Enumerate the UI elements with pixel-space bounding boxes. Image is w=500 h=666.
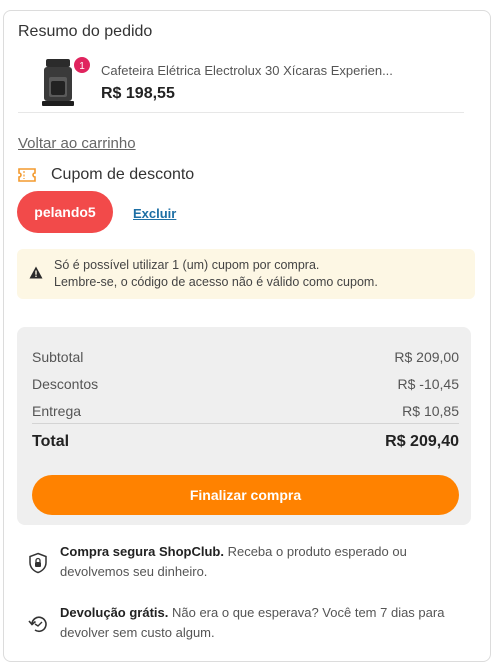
back-to-cart-link[interactable]: Voltar ao carrinho xyxy=(18,135,136,152)
product-price: R$ 198,55 xyxy=(101,85,175,102)
free-return-info: Devolução grátis. Não era o que esperava… xyxy=(27,603,467,647)
warning-icon xyxy=(29,266,43,279)
secure-purchase-info: Compra segura ShopClub. Receba o produto… xyxy=(27,542,467,586)
shipping-value: R$ 10,85 xyxy=(402,403,459,419)
subtotal-label: Subtotal xyxy=(32,349,84,365)
total-label: Total xyxy=(32,433,70,450)
ticket-icon xyxy=(18,168,36,182)
secure-title: Compra segura ShopClub. xyxy=(60,544,224,559)
notice-line-2: Lembre-se, o código de acesso não é váli… xyxy=(54,275,378,289)
lock-shield-icon xyxy=(29,552,47,574)
coffee-maker-image xyxy=(42,59,74,106)
shipping-label: Entrega xyxy=(32,403,82,419)
discount-label: Descontos xyxy=(32,376,99,392)
discount-value: R$ -10,45 xyxy=(397,376,459,392)
applied-coupon-tag: pelando5 xyxy=(17,191,113,233)
checkout-button[interactable]: Finalizar compra xyxy=(32,475,459,515)
coupon-title: Cupom de desconto xyxy=(51,166,195,183)
secure-purchase-text: Compra segura ShopClub. Receba o produto… xyxy=(60,542,467,582)
notice-line-1: Só é possível utilizar 1 (um) cupom por … xyxy=(54,258,320,272)
totals-panel: Subtotal R$ 209,00 Descontos R$ -10,45 E… xyxy=(17,327,471,525)
return-title: Devolução grátis. xyxy=(60,605,169,620)
free-return-text: Devolução grátis. Não era o que esperava… xyxy=(60,603,467,643)
subtotal-value: R$ 209,00 xyxy=(394,349,459,365)
product-item: 1 Cafeteira Elétrica Electrolux 30 Xícar… xyxy=(18,55,464,113)
coupon-notice: Só é possível utilizar 1 (um) cupom por … xyxy=(17,249,475,299)
totals-divider xyxy=(32,423,459,424)
total-value: R$ 209,40 xyxy=(385,433,459,450)
remove-coupon-link[interactable]: Excluir xyxy=(133,206,176,221)
return-arrow-icon xyxy=(28,616,47,633)
product-name: Cafeteira Elétrica Electrolux 30 Xícaras… xyxy=(101,63,393,78)
summary-title: Resumo do pedido xyxy=(18,23,153,40)
quantity-badge: 1 xyxy=(72,55,92,75)
